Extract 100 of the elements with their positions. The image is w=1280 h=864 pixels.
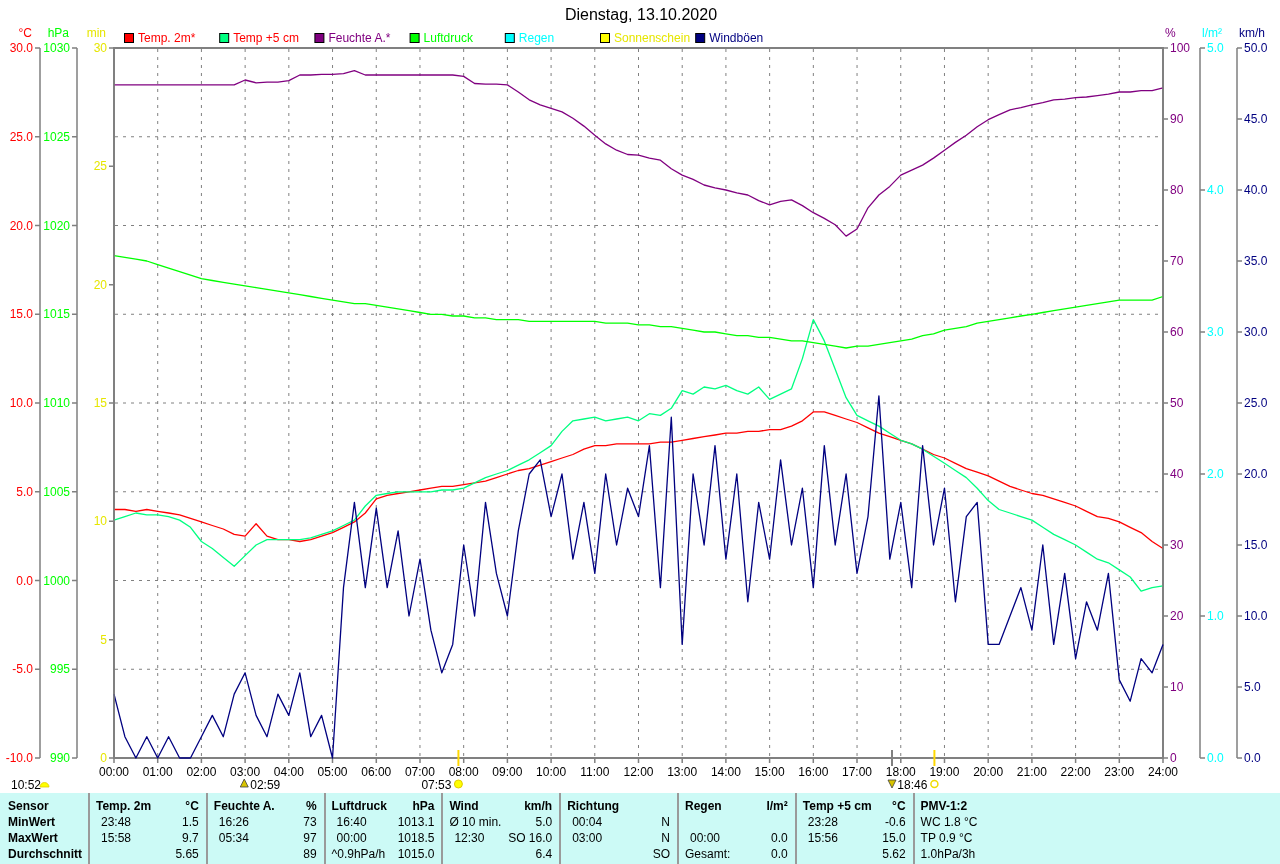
time-label: 18:46	[897, 778, 928, 792]
table-cell: 00:04	[572, 814, 603, 830]
time-tick-label: 04:00	[273, 765, 304, 779]
column-header: Richtung	[567, 798, 620, 814]
time-tick-label: 09:00	[492, 765, 523, 779]
unit-header: °C	[185, 798, 199, 814]
table-cell: 16:26	[218, 814, 249, 830]
table-cell: 5.65	[175, 846, 199, 862]
time-tick-label: 07:00	[404, 765, 435, 779]
axis-tick-label: 1015	[43, 307, 70, 322]
unit-header: km/h	[524, 798, 553, 814]
axis-tick-label: 25.0	[9, 129, 33, 144]
up-triangle-icon	[239, 778, 249, 788]
row-header: Durchschnitt	[8, 846, 83, 862]
axis-tick-label: 0.0	[1207, 751, 1224, 765]
axis-tick-label: 60	[1170, 325, 1184, 339]
axis-tick-label: 30.0	[9, 41, 33, 55]
legend-label: Temp +5 cm	[233, 31, 299, 45]
axis-tick-label: 5.0	[1207, 41, 1224, 55]
axis-tick-label: 20	[93, 277, 107, 292]
table-cell: 0.0	[771, 846, 788, 862]
time-tick-label: 21:00	[1016, 765, 1047, 779]
time-tick-label: 17:00	[842, 765, 873, 779]
table-cell: 03:00	[572, 830, 603, 846]
axis-tick-label: 40	[1170, 467, 1184, 481]
axis-tick-label: 10	[1170, 680, 1184, 694]
time-tick-label: 18:00	[885, 765, 916, 779]
axis-unit-label: km/h	[1239, 26, 1265, 40]
column-header: Temp +5 cm	[802, 798, 872, 814]
axis-tick-label: 100	[1170, 41, 1191, 55]
table-cell: 05:34	[218, 830, 249, 846]
axis-tick-label: 1000	[43, 573, 70, 588]
time-tick-label: 00:00	[99, 765, 129, 779]
unit-header: °C	[892, 798, 906, 814]
time-tick-label: 05:00	[317, 765, 348, 779]
axis-tick-label: 995	[49, 662, 70, 677]
row-header: Sensor	[8, 798, 50, 814]
axis-tick-label: 4.0	[1207, 183, 1224, 197]
axis-tick-label: 25.0	[1244, 396, 1268, 410]
time-tick-label: 23:00	[1104, 765, 1135, 779]
marker-tick	[933, 749, 936, 767]
axis-tick-label: 15.0	[9, 307, 33, 322]
table-cell: 73	[303, 814, 317, 830]
chart-title: Dienstag, 13.10.2020	[564, 6, 718, 23]
table-cell: 15:56	[807, 830, 838, 846]
axis-tick-label: 30	[93, 41, 107, 55]
table-cell: Ø 10 min.	[449, 814, 502, 830]
table-cell: 15:58	[101, 830, 132, 846]
time-tick-label: 06:00	[361, 765, 392, 779]
time-tick-label: 12:00	[623, 765, 654, 779]
axis-tick-label: 45.0	[1244, 112, 1268, 126]
axis-tick-label: 90	[1170, 112, 1184, 126]
axis-tick-label: 0	[1170, 751, 1177, 765]
axis-tick-label: 50.0	[1244, 41, 1268, 55]
table-cell: SO 16.0	[508, 830, 553, 846]
table-cell: 00:00	[336, 830, 367, 846]
axis-tick-label: 990	[49, 751, 70, 765]
sun-icon	[453, 779, 463, 789]
time-tick-label: 22:00	[1060, 765, 1091, 779]
axis-unit-label: hPa	[47, 26, 69, 40]
legend-label: Temp. 2m*	[138, 31, 196, 45]
axis-tick-label: 1.0	[1207, 609, 1224, 623]
unit-header: l/m²	[766, 798, 788, 814]
axis-unit-label: l/m²	[1202, 26, 1222, 40]
axis-unit-label: %	[1165, 26, 1176, 40]
axis-tick-label: 30.0	[1244, 325, 1268, 339]
table-cell: 1013.1	[397, 814, 435, 830]
axis-tick-label: 3.0	[1207, 325, 1224, 339]
table-cell: 5.0	[535, 814, 553, 830]
unit-header: hPa	[412, 798, 435, 814]
table-cell: 1.5	[182, 814, 199, 830]
column-header: PMV-1:2	[920, 798, 968, 814]
axis-tick-label: 1025	[43, 129, 70, 144]
day-length-label: 10:52	[11, 778, 42, 792]
column-header: Wind	[449, 798, 479, 814]
row-header: MaxWert	[8, 830, 59, 846]
table-cell: TP 0.9 °C	[920, 830, 973, 846]
table-cell: 1.0hPa/3h	[920, 846, 976, 862]
table-cell: N	[661, 830, 670, 846]
table-cell: Gesamt:	[685, 846, 731, 862]
table-cell: 1015.0	[397, 846, 435, 862]
sun-icon	[39, 782, 50, 788]
time-tick-label: 14:00	[710, 765, 741, 779]
legend-label: Luftdruck	[423, 31, 473, 45]
table-cell: ^0.9hPa/h	[331, 846, 386, 862]
axis-tick-label: -5.0	[12, 662, 33, 677]
column-header: Regen	[685, 798, 722, 814]
table-cell: 0.0	[771, 830, 788, 846]
axis-tick-label: 40.0	[1244, 183, 1268, 197]
axis-tick-label: 5	[100, 632, 107, 647]
axis-tick-label: 20.0	[9, 218, 33, 233]
axis-tick-label: 15	[93, 396, 107, 410]
axis-tick-label: 10.0	[1244, 609, 1268, 623]
marker-tick	[457, 749, 460, 767]
unit-header: %	[305, 798, 317, 814]
column-header: Temp. 2m	[96, 798, 152, 814]
time-tick-label: 02:00	[186, 765, 217, 779]
axis-tick-label: 35.0	[1244, 254, 1268, 268]
table-cell: 15.0	[882, 830, 906, 846]
circle-icon	[930, 779, 939, 789]
